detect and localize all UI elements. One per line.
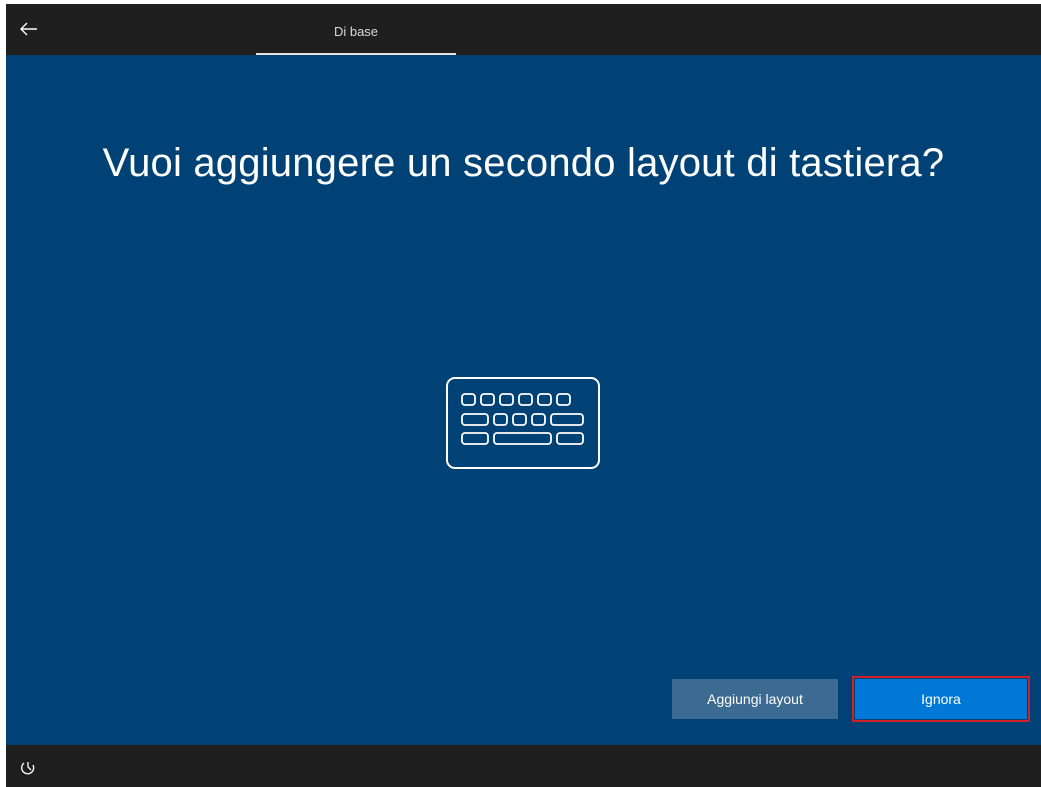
- keyboard-icon: [446, 377, 600, 469]
- back-button[interactable]: [14, 14, 44, 44]
- tab-label: Di base: [333, 24, 379, 39]
- add-layout-button[interactable]: Aggiungi layout: [672, 679, 838, 719]
- page-title: Vuoi aggiungere un secondo layout di tas…: [102, 141, 945, 185]
- oobe-window: Di base Vuoi aggiungere un secondo layou…: [6, 4, 1041, 787]
- top-bar: Di base: [6, 4, 1041, 55]
- skip-button[interactable]: Ignora: [852, 676, 1030, 722]
- main-panel: Vuoi aggiungere un secondo layout di tas…: [6, 55, 1041, 745]
- ease-of-access-icon: [21, 762, 35, 775]
- tab-di-base[interactable]: Di base: [256, 4, 456, 55]
- accessibility-button[interactable]: [18, 757, 38, 777]
- arrow-left-icon: [20, 22, 37, 36]
- bottom-bar: [6, 745, 1041, 787]
